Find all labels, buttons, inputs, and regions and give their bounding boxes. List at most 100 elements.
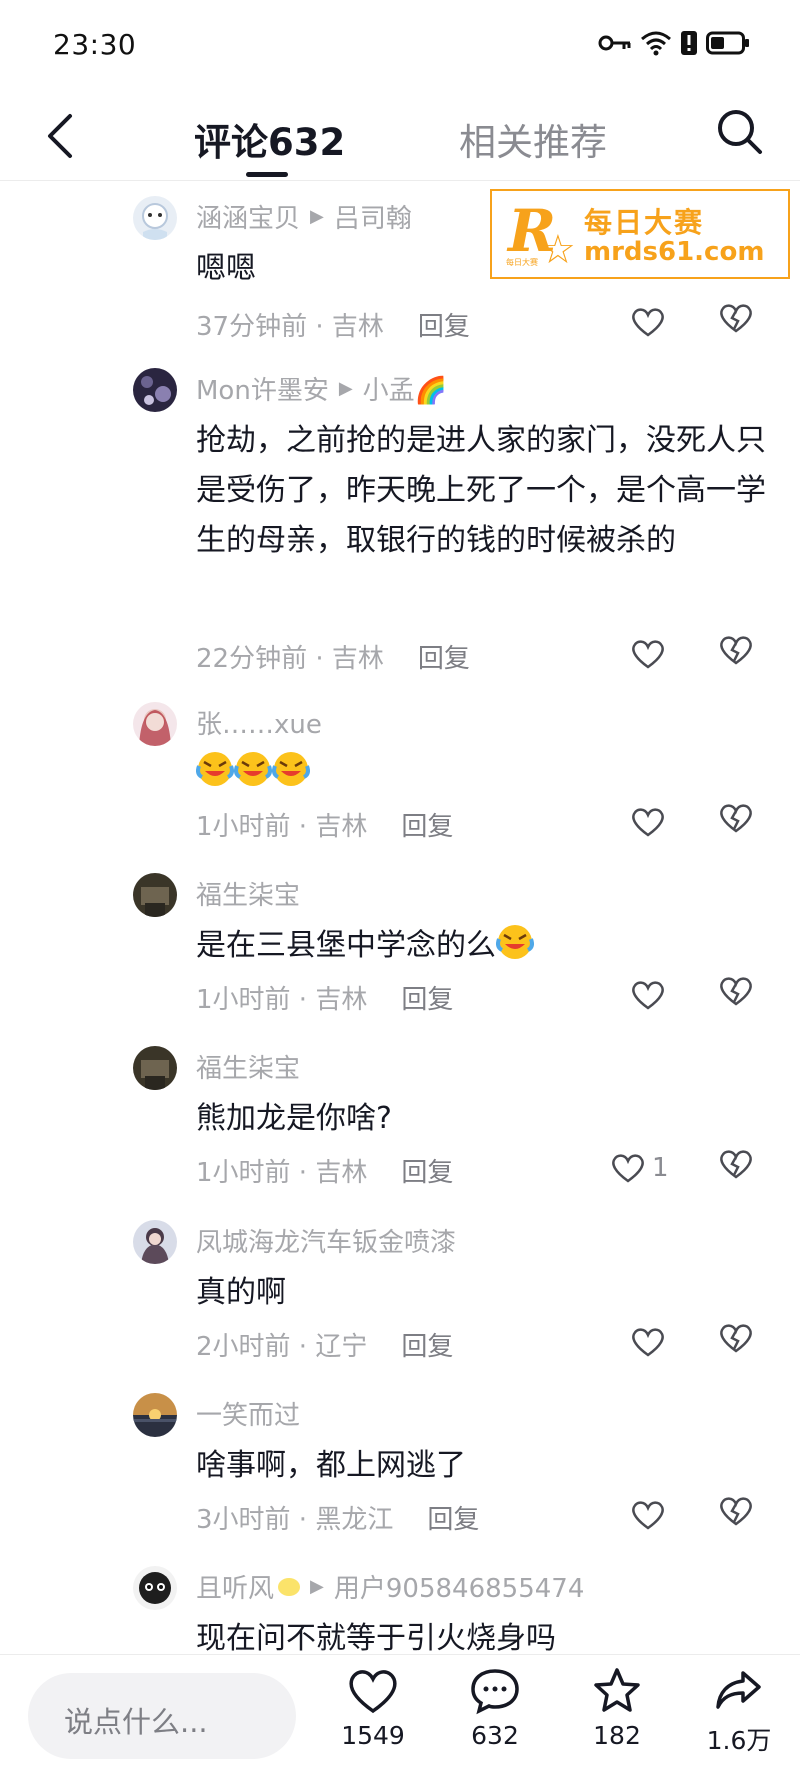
avatar[interactable]: [133, 368, 177, 412]
comment-username[interactable]: 张……xue: [196, 704, 322, 741]
watermark-brand: 每日大赛: [584, 206, 705, 239]
dislike-button[interactable]: [718, 1148, 762, 1188]
heart-icon: [632, 1501, 664, 1530]
comment-text: 抢劫，之前抢的是进人家的家门，没死人只是受伤了，昨天晚上死了一个，是个高一学生的…: [196, 423, 766, 558]
watermark-url: mrds61.com: [584, 237, 765, 267]
laugh-cry-emoji-icon: [272, 752, 310, 786]
dislike-button[interactable]: [718, 1322, 762, 1362]
heart-icon: [632, 808, 664, 837]
tab-related[interactable]: 相关推荐: [459, 112, 607, 166]
laugh-cry-emoji-icon: [234, 752, 272, 786]
comment-username[interactable]: 福生柒宝: [196, 875, 300, 912]
dislike-button[interactable]: [718, 302, 762, 342]
comment-input-placeholder: 说点什么...: [64, 1705, 208, 1739]
comments-button[interactable]: 632: [450, 1667, 540, 1750]
like-button[interactable]: [630, 802, 674, 842]
broken-heart-icon: [720, 636, 752, 665]
status-bar: 23:30: [0, 0, 800, 92]
avatar[interactable]: [133, 1220, 177, 1264]
laugh-cry-emoji-icon: [196, 752, 234, 786]
heart-icon: [349, 1670, 397, 1714]
reply-button[interactable]: 回复: [401, 985, 453, 1015]
comment-count: 632: [471, 1721, 519, 1750]
wifi-icon: [640, 30, 672, 56]
reply-button[interactable]: 回复: [401, 1332, 453, 1362]
like-button[interactable]: [630, 634, 674, 674]
like-button[interactable]: [630, 1322, 674, 1362]
alert-icon: [680, 30, 698, 56]
comment-text: [196, 748, 776, 798]
comment-username[interactable]: 凤城海龙汽车钣金喷漆: [196, 1222, 456, 1259]
favorite-count: 182: [593, 1721, 641, 1750]
laugh-cry-emoji-icon: [496, 925, 534, 959]
reply-button[interactable]: 回复: [418, 644, 470, 674]
like-button[interactable]: [630, 975, 674, 1015]
comment-meta: 22分钟前 · 吉林 回复: [196, 644, 470, 674]
tab-indicator: [246, 172, 288, 177]
comment-username[interactable]: Mon许墨安 ▶ 小孟🌈: [196, 370, 447, 407]
dislike-button[interactable]: [718, 634, 762, 674]
comment-meta: 1小时前 · 吉林 回复: [196, 1158, 454, 1188]
star-icon: ☆: [540, 227, 576, 273]
like-button[interactable]: [630, 302, 674, 342]
back-button[interactable]: [38, 106, 86, 166]
share-count: 1.6万: [706, 1726, 772, 1755]
comment-username[interactable]: 一笑而过: [196, 1395, 300, 1432]
broken-heart-icon: [720, 977, 752, 1006]
comment-username[interactable]: 福生柒宝: [196, 1048, 300, 1085]
heart-icon: [632, 981, 664, 1010]
avatar[interactable]: [133, 1566, 177, 1610]
avatar[interactable]: [133, 196, 177, 240]
dislike-button[interactable]: [718, 1495, 762, 1535]
comment-meta: 1小时前 · 吉林 回复: [196, 812, 454, 842]
lemon-emoji-icon: [278, 1577, 301, 1596]
broken-heart-icon: [720, 304, 752, 333]
status-icons: [598, 30, 750, 56]
favorite-button[interactable]: 182: [572, 1667, 662, 1750]
search-icon: [718, 110, 762, 154]
like-count: 1: [652, 1153, 669, 1183]
reply-arrow-icon: ▶: [310, 206, 324, 227]
like-count: 1549: [341, 1721, 405, 1750]
reply-arrow-icon: ▶: [338, 378, 353, 399]
share-arrow-icon: [716, 1671, 761, 1709]
comments-header: 评论632 相关推荐: [0, 92, 800, 181]
comment-input[interactable]: 说点什么...: [28, 1673, 296, 1759]
reply-button[interactable]: 回复: [401, 812, 453, 842]
avatar[interactable]: [133, 1393, 177, 1437]
comment-meta: 3小时前 · 黑龙江 回复: [196, 1505, 480, 1535]
vpn-key-icon: [598, 33, 632, 53]
broken-heart-icon: [720, 1150, 752, 1179]
heart-icon: [632, 640, 664, 669]
reply-button[interactable]: 回复: [418, 312, 470, 342]
avatar[interactable]: [133, 1046, 177, 1090]
watermark-logo: R ☆ 每日大赛 每日大赛 mrds61.com: [490, 189, 790, 279]
watermark-small-text: 每日大赛: [506, 258, 538, 267]
tab-comments[interactable]: 评论632: [194, 112, 345, 166]
comment-text: 是在三县堡中学念的么: [196, 921, 776, 971]
battery-icon: [706, 31, 750, 55]
reply-button[interactable]: 回复: [401, 1158, 453, 1188]
comment-meta: 37分钟前 · 吉林 回复: [196, 312, 470, 342]
like-button[interactable]: [630, 1495, 674, 1535]
reply-button[interactable]: 回复: [427, 1505, 479, 1535]
comment-username[interactable]: 涵涵宝贝 ▶ 吕司翰: [196, 198, 412, 235]
search-button[interactable]: [712, 104, 768, 160]
avatar[interactable]: [133, 702, 177, 746]
comment-text: 啥事啊，都上网逃了: [196, 1448, 466, 1483]
heart-icon: [632, 308, 664, 337]
dislike-button[interactable]: [718, 975, 762, 1015]
broken-heart-icon: [720, 804, 752, 833]
like-video-button[interactable]: 1549: [328, 1667, 418, 1750]
heart-icon: [612, 1154, 644, 1183]
comment-meta: 1小时前 · 吉林 回复: [196, 985, 454, 1015]
bottom-action-bar: 说点什么... 1549 632 182 1.6万: [0, 1654, 800, 1788]
comment-username[interactable]: 且听风 ▶ 用户905846855474: [196, 1568, 584, 1605]
chevron-left-icon: [48, 114, 72, 158]
like-button[interactable]: 1: [610, 1148, 700, 1188]
avatar[interactable]: [133, 873, 177, 917]
comment-text: 真的啊: [196, 1275, 286, 1310]
dislike-button[interactable]: [718, 802, 762, 842]
share-button[interactable]: 1.6万: [694, 1667, 784, 1757]
broken-heart-icon: [720, 1324, 752, 1353]
